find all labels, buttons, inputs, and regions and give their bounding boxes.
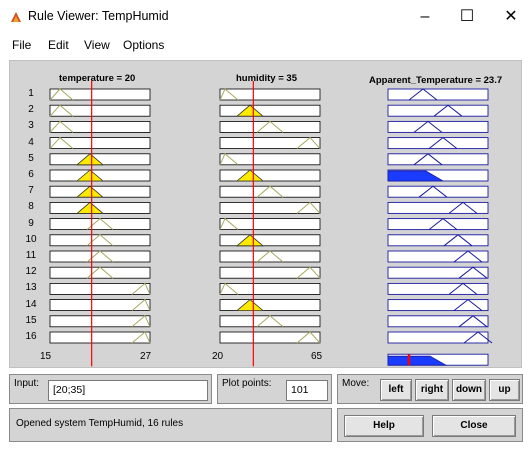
temperature-max-label: 27 bbox=[140, 351, 152, 362]
move-label: Move: bbox=[342, 378, 370, 389]
rule-input-box bbox=[219, 104, 321, 117]
rule-input-box bbox=[219, 137, 321, 149]
rule-input-box bbox=[49, 104, 151, 117]
rule-input-box bbox=[219, 234, 321, 247]
rule-input-box bbox=[219, 169, 321, 182]
rule-input-box bbox=[219, 331, 321, 344]
input-field[interactable]: [20;35] bbox=[48, 380, 208, 401]
rule-output-box bbox=[387, 153, 489, 166]
plot-points-field[interactable]: 101 bbox=[286, 380, 328, 401]
status-bar: Opened system TempHumid, 16 rules bbox=[9, 408, 332, 442]
rule-input-box bbox=[219, 88, 321, 101]
rule-output-box bbox=[387, 88, 489, 101]
rule-input-box bbox=[49, 282, 151, 295]
plot-points-group: Plot points: 101 bbox=[217, 374, 332, 404]
rule-input-box bbox=[219, 299, 321, 312]
rule-plot-panel: temperature = 20 humidity = 35 Apparent_… bbox=[9, 60, 522, 368]
rule-input-box bbox=[219, 315, 321, 328]
rule-output-box bbox=[387, 201, 489, 214]
close-button[interactable]: Close bbox=[432, 415, 516, 437]
move-right-button[interactable]: right bbox=[415, 379, 449, 401]
rule-input-box bbox=[49, 88, 151, 101]
rule-viewer-window: Rule Viewer: TempHumid – ☐ ✕ File Edit V… bbox=[0, 0, 531, 461]
help-button[interactable]: Help bbox=[344, 415, 424, 437]
rule-output-box bbox=[387, 266, 489, 279]
rule-output-box bbox=[387, 331, 489, 344]
rule-output-box bbox=[387, 120, 489, 133]
humidity-min-label: 20 bbox=[212, 351, 224, 362]
menu-view[interactable]: View bbox=[84, 38, 110, 52]
rule-output-box bbox=[387, 185, 489, 198]
rule-input-box bbox=[219, 218, 321, 231]
menu-edit[interactable]: Edit bbox=[48, 38, 69, 52]
rule-output-box bbox=[387, 282, 489, 295]
rule-input-box bbox=[219, 185, 321, 198]
rule-input-box bbox=[219, 121, 321, 133]
rule-input-box bbox=[219, 282, 321, 295]
rule-input-box bbox=[49, 250, 151, 263]
move-left-button[interactable]: left bbox=[380, 379, 412, 401]
close-window-button[interactable]: ✕ bbox=[497, 6, 525, 28]
rule-input-box bbox=[49, 266, 151, 279]
rule-plots[interactable] bbox=[10, 61, 523, 369]
help-close-group: Help Close bbox=[337, 408, 523, 442]
rule-input-box bbox=[49, 137, 151, 149]
rule-input-box bbox=[49, 299, 151, 312]
rule-output-box bbox=[387, 218, 489, 231]
move-group: Move: left right down up bbox=[337, 374, 523, 404]
menu-bar: File Edit View Options bbox=[0, 34, 531, 56]
rule-input-box bbox=[219, 201, 321, 214]
rule-input-box bbox=[219, 250, 321, 263]
move-down-button[interactable]: down bbox=[452, 379, 486, 401]
input-group: Input: [20;35] bbox=[9, 374, 212, 404]
minimize-button[interactable]: – bbox=[411, 6, 439, 28]
rule-input-box bbox=[49, 331, 151, 344]
window-title: Rule Viewer: TempHumid bbox=[28, 9, 169, 23]
rule-output-box bbox=[387, 104, 489, 117]
rule-output-box bbox=[387, 137, 489, 150]
matlab-icon bbox=[11, 12, 21, 22]
rule-input-box bbox=[49, 315, 151, 328]
rule-input-box bbox=[49, 234, 151, 247]
humidity-max-label: 65 bbox=[311, 351, 323, 362]
menu-options[interactable]: Options bbox=[123, 38, 164, 52]
rule-output-box bbox=[387, 299, 489, 312]
rule-input-box bbox=[49, 218, 151, 231]
status-text: Opened system TempHumid, 16 rules bbox=[16, 418, 184, 429]
temperature-min-label: 15 bbox=[40, 351, 52, 362]
rule-output-box bbox=[387, 234, 489, 247]
maximize-button[interactable]: ☐ bbox=[453, 6, 481, 28]
menu-file[interactable]: File bbox=[12, 38, 31, 52]
input-label: Input: bbox=[14, 378, 40, 389]
rule-input-box bbox=[49, 121, 151, 133]
rule-output-box bbox=[387, 250, 489, 263]
plot-points-label: Plot points: bbox=[222, 378, 272, 389]
rule-input-box bbox=[219, 266, 321, 279]
move-up-button[interactable]: up bbox=[489, 379, 520, 401]
rule-input-box bbox=[219, 153, 321, 166]
rule-output-box bbox=[387, 315, 489, 328]
title-bar: Rule Viewer: TempHumid – ☐ ✕ bbox=[0, 0, 531, 34]
